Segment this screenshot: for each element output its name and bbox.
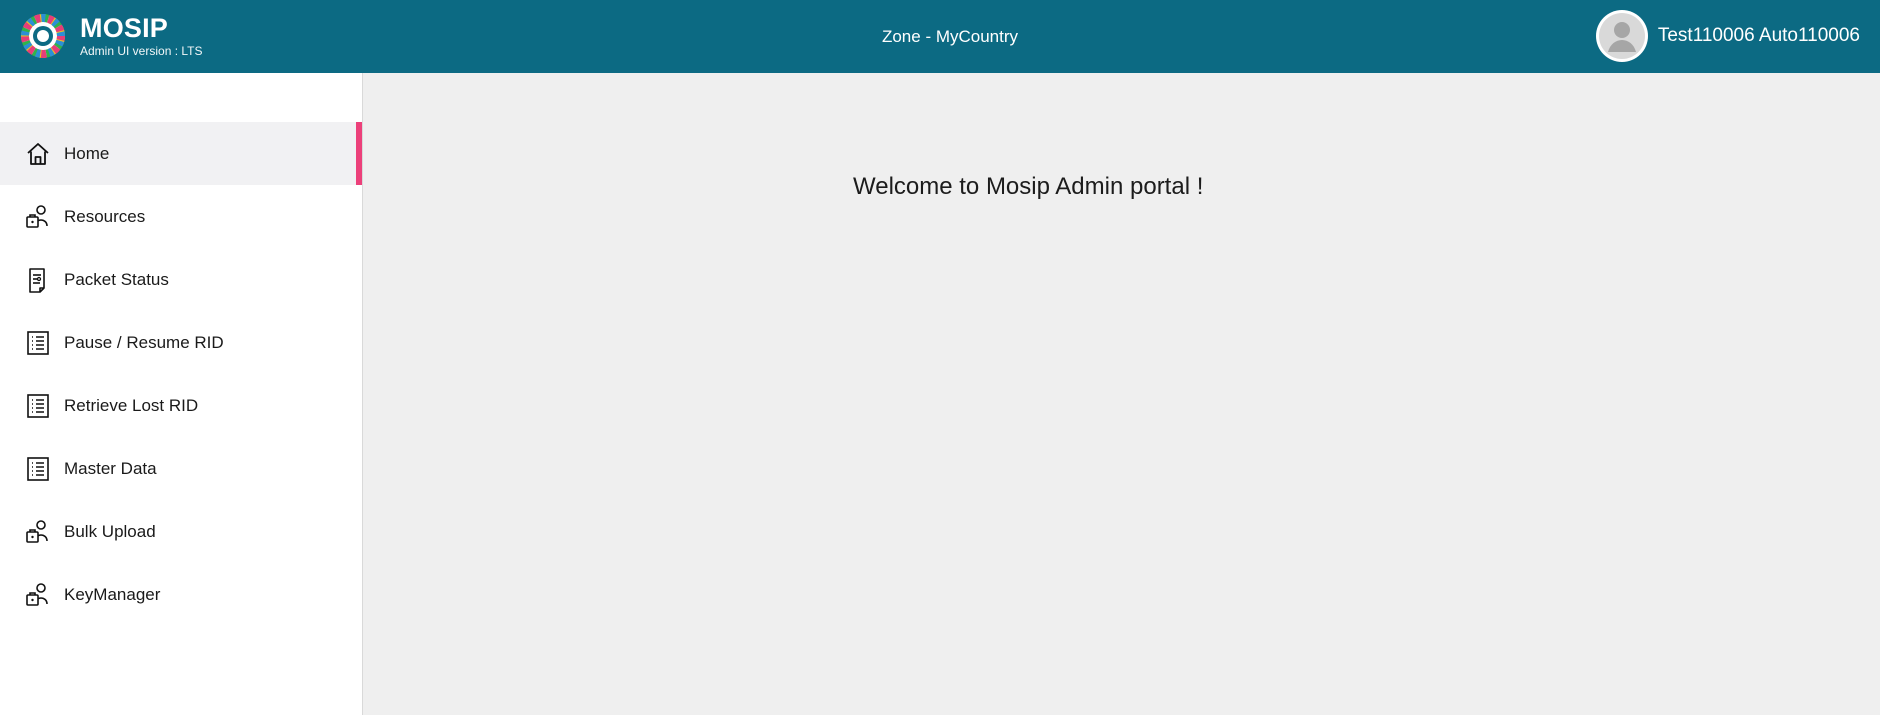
sidebar-item-home[interactable]: Home xyxy=(0,122,362,185)
packet-status-icon xyxy=(24,266,52,294)
key-manager-icon xyxy=(24,581,52,609)
user-avatar-icon xyxy=(1598,13,1645,59)
sidebar-item-retrieve-lost-rid[interactable]: Retrieve Lost RID xyxy=(0,374,362,437)
list-icon xyxy=(24,392,52,420)
avatar xyxy=(1595,10,1648,62)
home-icon xyxy=(24,140,52,168)
sidebar-item-label: Pause / Resume RID xyxy=(64,332,224,352)
mosip-logo xyxy=(20,13,66,59)
sidebar-item-label: Master Data xyxy=(64,458,157,478)
sidebar-item-resources[interactable]: Resources xyxy=(0,185,362,248)
sidebar-item-label: Retrieve Lost RID xyxy=(64,395,199,415)
brand-subtitle: Admin UI version : LTS xyxy=(80,44,203,58)
sidebar-item-master-data[interactable]: Master Data xyxy=(0,437,362,500)
list-icon xyxy=(24,329,52,357)
sidebar-item-bulk-upload[interactable]: Bulk Upload xyxy=(0,500,362,563)
welcome-message: Welcome to Mosip Admin portal ! xyxy=(853,173,1204,200)
user-menu[interactable]: Test110006 Auto110006 xyxy=(1595,7,1860,65)
user-name: Test110006 Auto110006 xyxy=(1657,25,1860,46)
zone-label: Zone - MyCountry xyxy=(881,26,1019,46)
brand-home-link[interactable]: MOSIP Admin UI version : LTS xyxy=(20,6,202,66)
list-icon xyxy=(24,455,52,483)
main-content: Welcome to Mosip Admin portal ! xyxy=(363,73,1880,715)
sidebar-item-pause-resume-rid[interactable]: Pause / Resume RID xyxy=(0,311,362,374)
brand-title: MOSIP xyxy=(80,13,169,43)
sidebar-item-label: Packet Status xyxy=(64,269,169,289)
sidebar-item-label: KeyManager xyxy=(64,584,161,604)
brand-text: MOSIP Admin UI version : LTS xyxy=(80,13,203,58)
top-header: MOSIP Admin UI version : LTS Zone - MyCo… xyxy=(0,0,1880,73)
resources-icon xyxy=(24,203,52,231)
upload-user-icon xyxy=(24,518,52,546)
sidebar-item-packet-status[interactable]: Packet Status xyxy=(0,248,362,311)
sidebar-item-label: Resources xyxy=(64,206,146,226)
sidebar-item-label: Bulk Upload xyxy=(64,521,156,541)
sidebar-navigation: Home Resources Packet Status Pause / Res… xyxy=(0,73,363,715)
sidebar-item-keymanager[interactable]: KeyManager xyxy=(0,563,362,626)
sidebar-item-label: Home xyxy=(64,143,110,163)
